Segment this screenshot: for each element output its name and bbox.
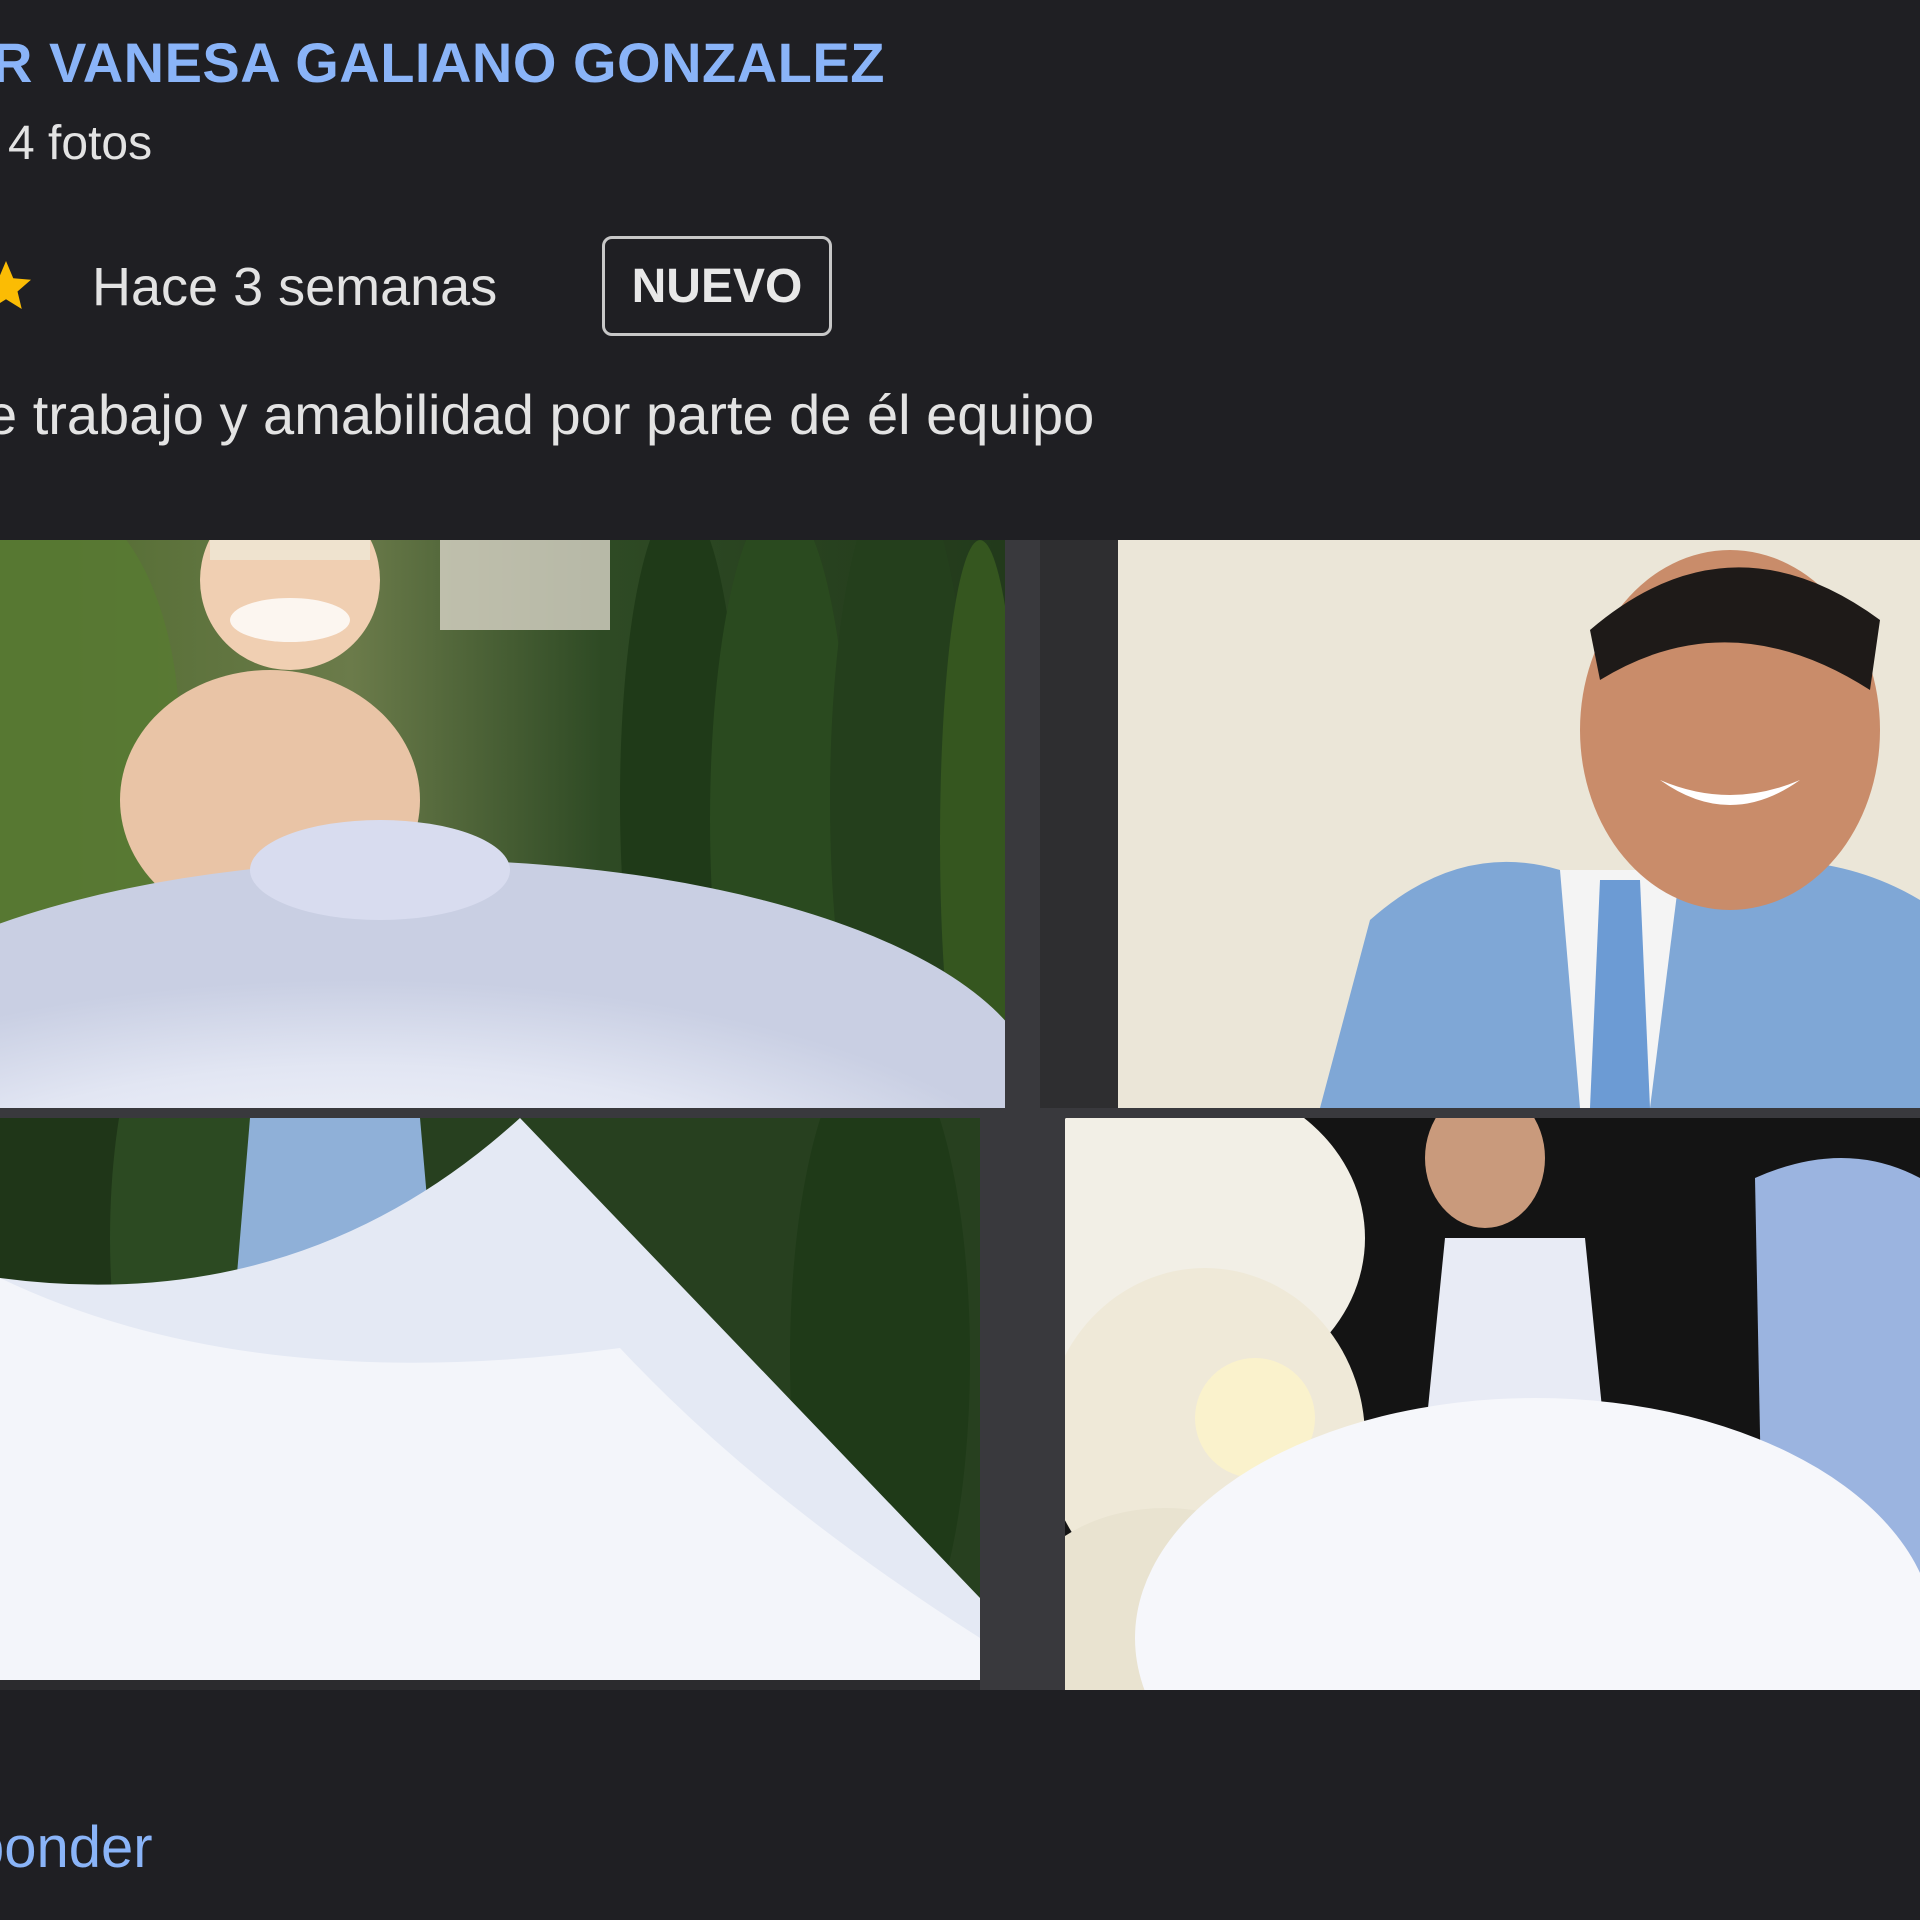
photo-divider (0, 1108, 1920, 1118)
photo-couple-flowers-image (1065, 1118, 1920, 1690)
review-photo-grid (0, 540, 1920, 1690)
photo-bride-smiling-image (0, 540, 1005, 1108)
new-badge: NUEVO (602, 236, 832, 336)
photo-bride-smiling[interactable] (0, 540, 1005, 1108)
rating-row: Hace 3 semanas NUEVO (0, 236, 1000, 336)
review-card: R VANESA GALIANO GONZALEZ 4 fotos Hace 3… (0, 0, 1920, 1920)
review-date: Hace 3 semanas (92, 257, 498, 317)
photo-couple-flowers[interactable] (1065, 1118, 1920, 1690)
photo-count: 4 fotos (8, 117, 153, 170)
star-icon (0, 261, 31, 309)
photo-wedding-veil-image (0, 1118, 980, 1680)
photo-divider (980, 1118, 1065, 1690)
reply-button[interactable]: ponder (0, 1814, 153, 1881)
photo-wedding-veil[interactable] (0, 1118, 980, 1680)
reviewer-name[interactable]: R VANESA GALIANO GONZALEZ (0, 30, 885, 95)
review-text: e trabajo y amabilidad por parte de él e… (0, 383, 1095, 446)
photo-divider (1005, 540, 1040, 1108)
photo-man-blue-suit[interactable] (1040, 540, 1920, 1108)
photo-man-blue-suit-image (1040, 540, 1920, 1108)
